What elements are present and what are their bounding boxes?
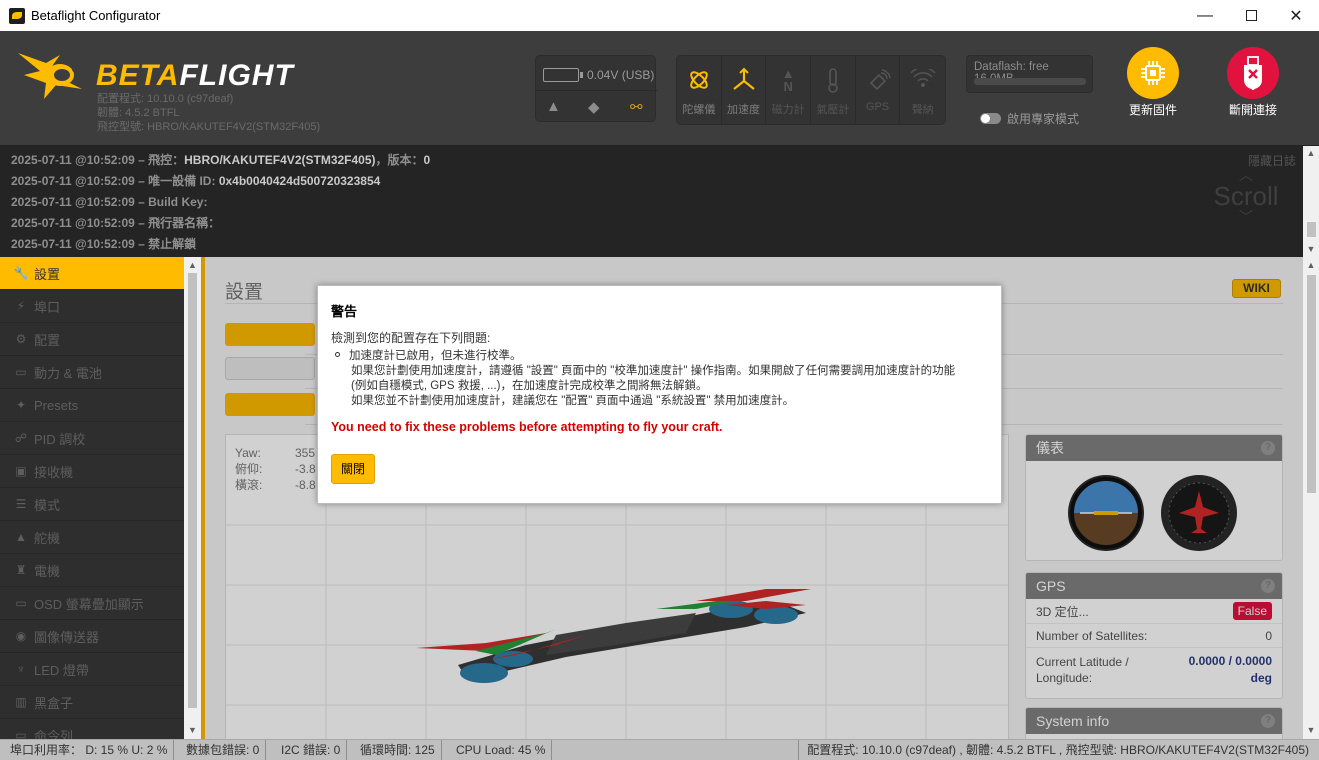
problem-detail: 如果您計劃使用加速度計，請遵循 "設置" 頁面中的 "校準加速度計" 操作指南。…	[351, 365, 956, 377]
problem-list: 加速度計已啟用，但未進行校準。 如果您計劃使用加速度計，請遵循 "設置" 頁面中…	[335, 349, 995, 409]
close-dialog-button[interactable]: 關閉	[331, 454, 375, 484]
problem-detail: (例如自穩模式, GPS 救援, ...)，在加速度計完成校準之間將無法解鎖。	[351, 380, 708, 392]
problem-detail: 如果您並不計劃使用加速度計，建議您在 "配置" 頁面中通過 "系統設置" 禁用加…	[351, 395, 795, 407]
list-item: 加速度計已啟用，但未進行校準。	[335, 349, 995, 364]
modal-overlay: 警告 檢測到您的配置存在下列問題: 加速度計已啟用，但未進行校準。 如果您計劃使…	[0, 0, 1319, 760]
bullet-icon	[335, 352, 340, 358]
fly-warning-text: You need to fix these problems before at…	[331, 420, 723, 434]
dialog-subtitle: 檢測到您的配置存在下列問題:	[331, 331, 491, 345]
dialog-title: 警告	[331, 304, 358, 319]
warning-dialog: 警告 檢測到您的配置存在下列問題: 加速度計已啟用，但未進行校準。 如果您計劃使…	[317, 285, 1002, 504]
